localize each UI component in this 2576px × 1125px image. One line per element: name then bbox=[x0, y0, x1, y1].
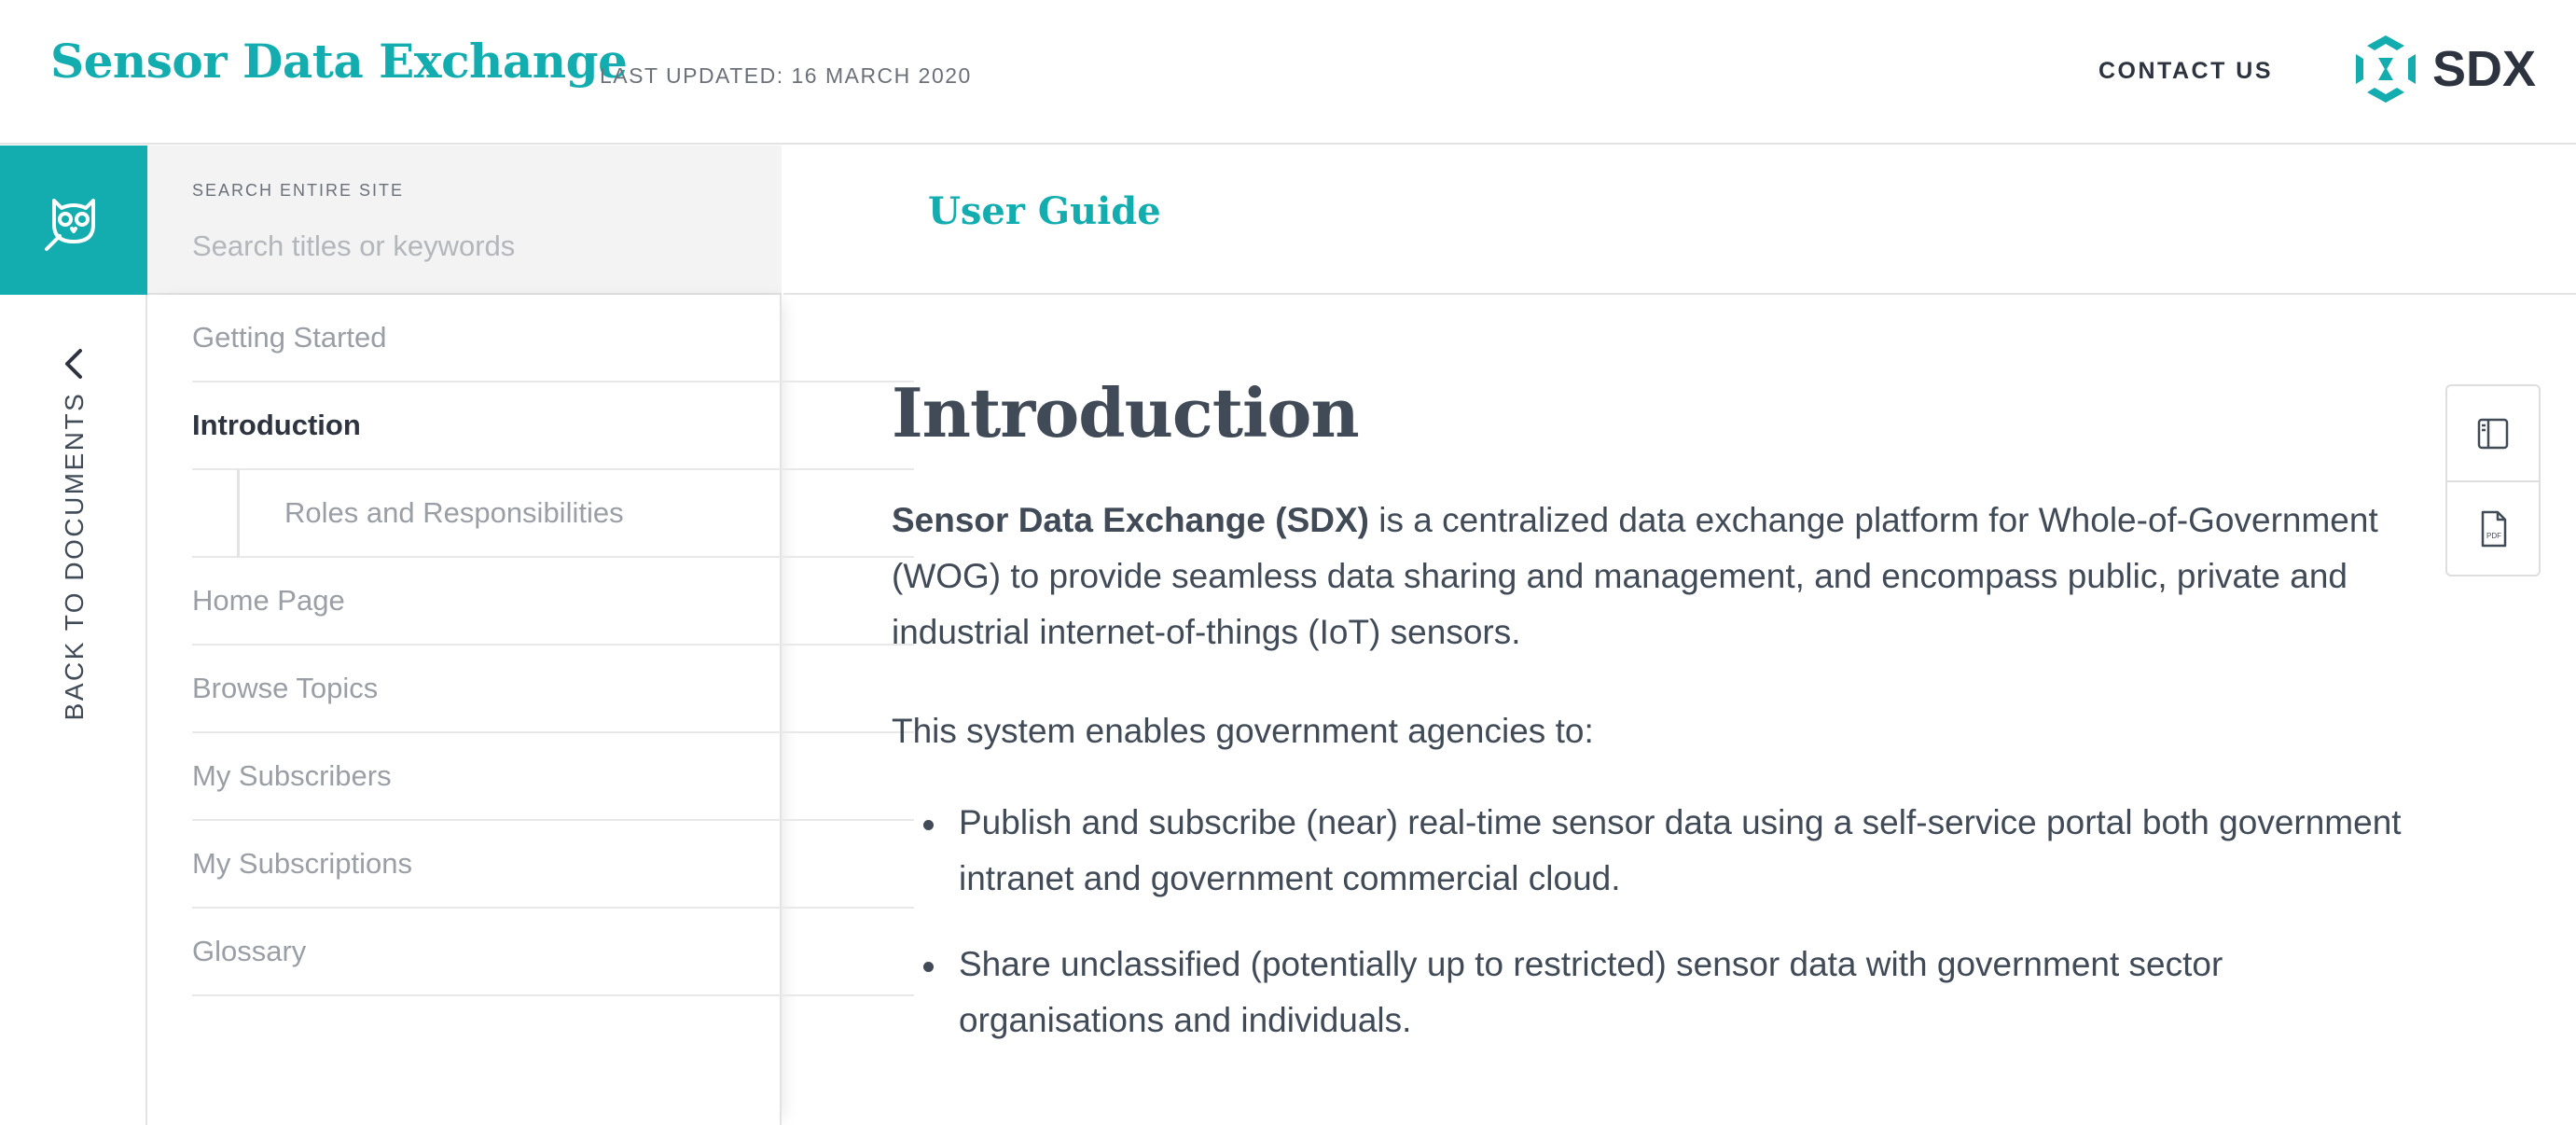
top-bar: Sensor Data Exchange LAST UPDATED: 16 MA… bbox=[0, 0, 2576, 145]
nav-item-home-page[interactable]: Home Page bbox=[192, 558, 914, 646]
nav-item-roles-and-responsibilities[interactable]: Roles and Responsibilities bbox=[192, 469, 914, 558]
search-caption: SEARCH ENTIRE SITE bbox=[192, 181, 405, 200]
main-header: User Guide bbox=[783, 146, 2576, 295]
sdx-hexagon-logo-icon bbox=[2356, 35, 2416, 103]
enables-paragraph: This system enables government agencies … bbox=[892, 712, 1594, 751]
back-to-documents[interactable]: BACK TO DOCUMENTS bbox=[0, 295, 147, 1125]
nav-item-getting-started[interactable]: Getting Started bbox=[192, 295, 914, 382]
pdf-file-icon: PDF bbox=[2481, 510, 2507, 547]
sub-item-indicator bbox=[237, 469, 240, 557]
nav-item-label: My Subscribers bbox=[192, 759, 392, 792]
contact-us-link[interactable]: CONTACT US bbox=[2098, 58, 2273, 85]
page-title: Introduction bbox=[892, 373, 1360, 452]
nav-item-label: Introduction bbox=[192, 409, 361, 441]
nav-item-label: Browse Topics bbox=[192, 672, 379, 704]
nav-item-glossary[interactable]: Glossary bbox=[192, 909, 914, 996]
site-search: SEARCH ENTIRE SITE bbox=[147, 146, 782, 295]
guide-title: User Guide bbox=[928, 189, 1161, 233]
intro-bold-text: Sensor Data Exchange (SDX) bbox=[892, 501, 1369, 540]
list-item: Share unclassified (potentially up to re… bbox=[923, 937, 2421, 1049]
nav-item-label: Getting Started bbox=[192, 321, 387, 354]
search-input[interactable] bbox=[192, 226, 733, 267]
brand-logo-link[interactable]: SDX bbox=[2350, 32, 2536, 106]
site-title[interactable]: Sensor Data Exchange bbox=[50, 34, 628, 89]
nav-item-my-subscriptions[interactable]: My Subscriptions bbox=[192, 821, 914, 909]
list-item: Publish and subscribe (near) real-time s… bbox=[923, 795, 2421, 907]
download-pdf-button[interactable]: PDF bbox=[2447, 480, 2539, 575]
nav-item-my-subscribers[interactable]: My Subscribers bbox=[192, 733, 914, 821]
capabilities-list: Publish and subscribe (near) real-time s… bbox=[892, 795, 2421, 1049]
article-content: Introduction Sensor Data Exchange (SDX) … bbox=[892, 373, 2421, 1078]
sidebar-toggle-icon bbox=[2477, 418, 2509, 449]
last-updated-text: LAST UPDATED: 16 MARCH 2020 bbox=[600, 63, 972, 88]
nav-item-label: My Subscriptions bbox=[192, 847, 413, 880]
back-to-documents-label: BACK TO DOCUMENTS bbox=[60, 391, 89, 721]
pdf-badge-text: PDF bbox=[2486, 532, 2501, 540]
owl-search-icon bbox=[45, 199, 95, 251]
nav-item-label: Home Page bbox=[192, 584, 345, 617]
nav-item-label: Glossary bbox=[192, 935, 307, 967]
page-tools: PDF bbox=[2445, 384, 2541, 576]
nav-item-introduction[interactable]: Introduction bbox=[192, 382, 914, 470]
document-nav: Getting Started Introduction Roles and R… bbox=[147, 295, 914, 1125]
brand-text: SDX bbox=[2432, 41, 2537, 97]
chevron-left-icon bbox=[65, 349, 82, 379]
nav-item-label: Roles and Responsibilities bbox=[284, 496, 624, 529]
intro-paragraph: Sensor Data Exchange (SDX) is a centrali… bbox=[892, 493, 2421, 660]
nav-item-browse-topics[interactable]: Browse Topics bbox=[192, 646, 914, 733]
owl-search-button[interactable] bbox=[0, 146, 147, 295]
toggle-sidebar-button[interactable] bbox=[2447, 386, 2539, 480]
